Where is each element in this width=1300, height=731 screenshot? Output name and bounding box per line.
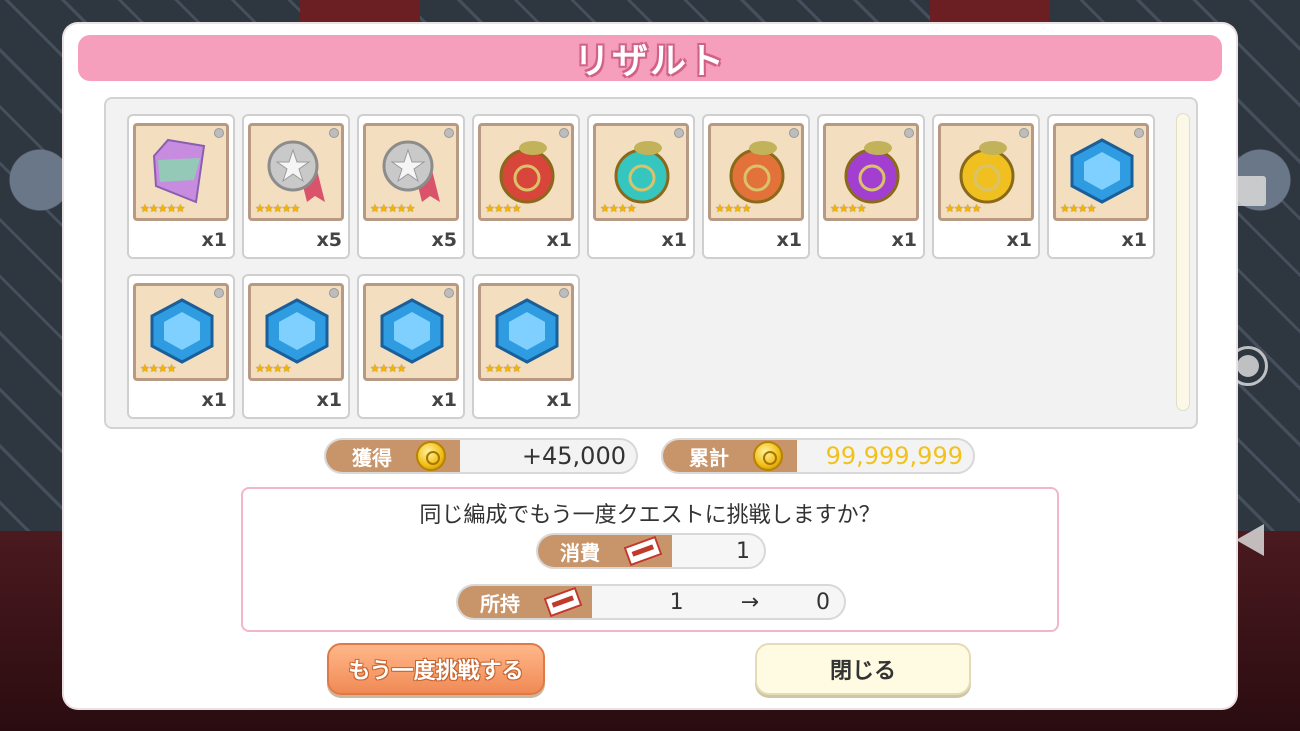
menu-square-icon[interactable] <box>1234 176 1266 206</box>
owned-label: 所持 <box>480 591 520 616</box>
rarity-stars: ★★★★ <box>1060 202 1096 215</box>
item-quantity: x1 <box>316 389 342 411</box>
dialog-title: リザルト <box>573 41 726 82</box>
rainbow-crystal-icon <box>152 138 206 204</box>
earned-value: +45,000 <box>521 442 626 470</box>
cost-value: 1 <box>736 538 750 564</box>
item-quantity: x5 <box>316 229 342 251</box>
cost-row: 消費 1 <box>536 533 766 569</box>
coin-icon <box>416 441 446 471</box>
item-quantity: x1 <box>1121 229 1147 251</box>
rarity-stars: ★★★★ <box>140 362 176 375</box>
reward-items-panel: ★★★★★ x1 ★★★★★ x5 ★★★★★ x5 ★★★★ x1 ★★★★ x1 ★★★★ x1 ★… <box>104 97 1198 429</box>
blue-hex-gem-icon <box>150 298 214 364</box>
earned-counter: 獲得 +45,000 <box>324 438 638 474</box>
reward-item[interactable]: ★★★★ x1 <box>242 274 350 419</box>
blue-hex-gem-icon <box>380 298 444 364</box>
rarity-stars: ★★★★ <box>370 362 406 375</box>
background-door <box>930 0 1050 24</box>
background-door <box>300 0 420 24</box>
reward-item[interactable]: ★★★★★ x5 <box>242 114 350 259</box>
owned-value: 1 → 0 <box>669 589 830 615</box>
reward-item[interactable]: ★★★★ x1 <box>357 274 465 419</box>
rarity-stars: ★★★★ <box>485 202 521 215</box>
orange-orb-icon <box>729 141 785 204</box>
yellow-orb-icon <box>959 141 1015 204</box>
retry-question: 同じ編成でもう一度クエストに挑戦しますか？ <box>419 503 881 528</box>
total-value: 99,999,999 <box>825 442 963 470</box>
silver-medal-icon <box>267 140 325 202</box>
rarity-stars: ★★★★★ <box>370 202 415 215</box>
scrollbar[interactable] <box>1176 113 1190 411</box>
item-art: ★★★★★ <box>133 123 229 221</box>
item-art: ★★★★ <box>938 123 1034 221</box>
total-label: 累計 <box>689 445 729 470</box>
reward-item[interactable]: ★★★★ x1 <box>472 274 580 419</box>
rarity-stars: ★★★★★ <box>255 202 300 215</box>
purple-orb-icon <box>844 141 900 204</box>
item-art: ★★★★ <box>708 123 804 221</box>
rarity-stars: ★★★★ <box>715 202 751 215</box>
item-art: ★★★★★ <box>248 123 344 221</box>
rarity-stars: ★★★★ <box>600 202 636 215</box>
item-quantity: x1 <box>776 229 802 251</box>
item-quantity: x1 <box>546 389 572 411</box>
item-quantity: x1 <box>546 229 572 251</box>
rarity-stars: ★★★★ <box>255 362 291 375</box>
item-art: ★★★★ <box>133 283 229 381</box>
item-quantity: x1 <box>891 229 917 251</box>
item-art: ★★★★ <box>363 283 459 381</box>
reward-item[interactable]: ★★★★★ x1 <box>127 114 235 259</box>
item-quantity: x1 <box>431 389 457 411</box>
item-art: ★★★★ <box>248 283 344 381</box>
teal-orb-icon <box>614 141 670 204</box>
item-art: ★★★★★ <box>363 123 459 221</box>
cost-label: 消費 <box>560 540 600 565</box>
retry-button[interactable]: もう一度挑戦する <box>327 643 545 695</box>
reward-item[interactable]: ★★★★ x1 <box>1047 114 1155 259</box>
item-quantity: x1 <box>1006 229 1032 251</box>
close-button[interactable]: 閉じる <box>755 643 971 695</box>
item-art: ★★★★ <box>593 123 689 221</box>
reward-grid: ★★★★★ x1 ★★★★★ x5 ★★★★★ x5 ★★★★ x1 ★★★★ x1 ★★★★ x1 ★… <box>127 114 1167 419</box>
ticket-icon <box>543 586 583 618</box>
blue-hex-gem-icon <box>495 298 559 364</box>
reward-item[interactable]: ★★★★ x1 <box>817 114 925 259</box>
ticket-icon <box>623 535 663 567</box>
back-triangle-icon[interactable] <box>1236 524 1264 556</box>
coin-icon <box>753 441 783 471</box>
blue-hex-gem-icon <box>1070 138 1134 204</box>
owned-row: 所持 1 → 0 <box>456 584 846 620</box>
blue-hex-gem-icon <box>265 298 329 364</box>
rarity-stars: ★★★★★ <box>140 202 185 215</box>
reward-item[interactable]: ★★★★ x1 <box>472 114 580 259</box>
reward-item[interactable]: ★★★★ x1 <box>127 274 235 419</box>
red-orb-icon <box>499 141 555 204</box>
earned-label: 獲得 <box>352 445 392 470</box>
item-art: ★★★★ <box>823 123 919 221</box>
silver-medal-icon <box>382 140 440 202</box>
item-quantity: x5 <box>431 229 457 251</box>
item-quantity: x1 <box>201 229 227 251</box>
reward-item[interactable]: ★★★★ x1 <box>932 114 1040 259</box>
item-art: ★★★★ <box>478 283 574 381</box>
rarity-stars: ★★★★ <box>485 362 521 375</box>
reward-item[interactable]: ★★★★ x1 <box>702 114 810 259</box>
item-quantity: x1 <box>661 229 687 251</box>
retry-confirm-box: 同じ編成でもう一度クエストに挑戦しますか？ 消費 1 所持 1 → 0 <box>241 487 1059 632</box>
reward-item[interactable]: ★★★★★ x5 <box>357 114 465 259</box>
item-art: ★★★★ <box>1053 123 1149 221</box>
title-bar: リザルト <box>78 35 1222 82</box>
item-quantity: x1 <box>201 389 227 411</box>
item-art: ★★★★ <box>478 123 574 221</box>
total-counter: 累計 99,999,999 <box>661 438 975 474</box>
reward-item[interactable]: ★★★★ x1 <box>587 114 695 259</box>
result-dialog: リザルト ★★★★★ x1 ★★★★★ x5 ★★★★★ x5 ★★★★ x1 ★★★★ x1 ★★… <box>64 24 1236 708</box>
rarity-stars: ★★★★ <box>945 202 981 215</box>
rarity-stars: ★★★★ <box>830 202 866 215</box>
